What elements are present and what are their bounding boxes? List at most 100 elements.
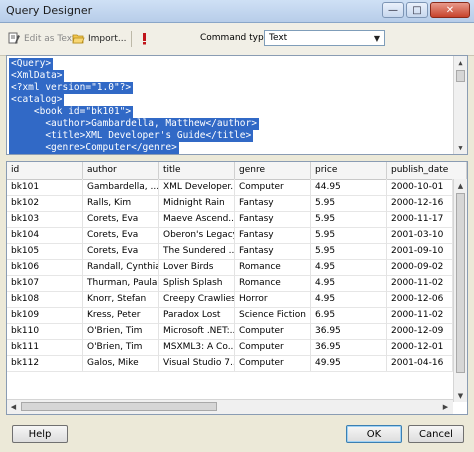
table-cell: 5.95 <box>311 243 387 259</box>
table-cell: Gambardella, ... <box>83 179 159 195</box>
query-text-editor[interactable]: <Query> <XmlData> <?xml version="1.0"?> … <box>6 55 468 155</box>
table-cell: 36.95 <box>311 339 387 355</box>
table-row[interactable]: bk106 Randall, Cynthia Lover Birds Roman… <box>7 259 453 276</box>
table-cell: bk108 <box>7 291 83 307</box>
ok-button[interactable]: OK <box>346 425 402 443</box>
edit-as-text-icon <box>8 32 20 44</box>
table-row[interactable]: bk104 Corets, Eva Oberon's Legacy Fantas… <box>7 227 453 244</box>
cancel-button[interactable]: Cancel <box>408 425 464 443</box>
ok-button-label: OK <box>366 428 382 440</box>
scroll-thumb[interactable] <box>456 70 465 82</box>
table-cell: Creepy Crawlies <box>159 291 235 307</box>
table-cell: bk109 <box>7 307 83 323</box>
close-button[interactable]: ✕ <box>430 2 470 18</box>
table-cell: 44.95 <box>311 179 387 195</box>
table-cell: 2000-12-09 <box>387 323 453 339</box>
help-button[interactable]: Help <box>12 425 68 443</box>
editor-line: <catalog> <box>9 94 65 106</box>
table-cell: bk103 <box>7 211 83 227</box>
table-cell: Horror <box>235 291 311 307</box>
import-label: Import... <box>88 33 127 44</box>
table-row[interactable]: bk102 Ralls, Kim Midnight Rain Fantasy 5… <box>7 195 453 212</box>
grid-horizontal-thumb[interactable] <box>21 402 217 411</box>
table-row[interactable]: bk110 O'Brien, Tim Microsoft .NET:... Co… <box>7 323 453 340</box>
table-cell: Corets, Eva <box>83 211 159 227</box>
table-cell: Science Fiction <box>235 307 311 323</box>
table-cell: Galos, Mike <box>83 355 159 371</box>
minimize-button[interactable]: — <box>382 2 404 18</box>
column-header[interactable]: author <box>83 162 159 179</box>
table-cell: bk106 <box>7 259 83 275</box>
scroll-up-icon[interactable]: ▲ <box>454 56 467 69</box>
table-cell: Kress, Peter <box>83 307 159 323</box>
table-cell: Paradox Lost <box>159 307 235 323</box>
import-button[interactable]: Import... <box>72 32 126 45</box>
table-cell: O'Brien, Tim <box>83 339 159 355</box>
table-cell: Romance <box>235 259 311 275</box>
run-query-button[interactable] <box>138 32 151 45</box>
table-row[interactable]: bk111 O'Brien, Tim MSXML3: A Co... Compu… <box>7 339 453 356</box>
title-bar[interactable]: Query Designer — □ ✕ <box>0 0 474 23</box>
table-cell: 2000-09-02 <box>387 259 453 275</box>
scroll-down-icon[interactable]: ▼ <box>454 389 467 402</box>
grid-horizontal-scrollbar[interactable]: ◀ ▶ <box>7 399 453 414</box>
table-cell: 2000-12-01 <box>387 339 453 355</box>
table-cell: Splish Splash <box>159 275 235 291</box>
table-row[interactable]: bk112 Galos, Mike Visual Studio 7... Com… <box>7 355 453 372</box>
help-button-label: Help <box>28 428 52 440</box>
scroll-left-icon[interactable]: ◀ <box>7 400 20 413</box>
scroll-down-icon[interactable]: ▼ <box>454 141 467 154</box>
table-row[interactable]: bk108 Knorr, Stefan Creepy Crawlies Horr… <box>7 291 453 308</box>
editor-line: <genre>Computer</genre> <box>9 142 179 154</box>
table-cell: 4.95 <box>311 291 387 307</box>
toolbar-separator <box>131 31 132 47</box>
window-title: Query Designer <box>6 4 93 17</box>
table-cell: Computer <box>235 323 311 339</box>
table-cell: Romance <box>235 275 311 291</box>
column-header[interactable]: publish_date <box>387 162 467 179</box>
edit-as-text-button[interactable]: Edit as Text <box>8 32 76 45</box>
minimize-icon: — <box>388 4 398 16</box>
table-cell: MSXML3: A Co... <box>159 339 235 355</box>
column-header[interactable]: id <box>7 162 83 179</box>
maximize-button[interactable]: □ <box>406 2 428 18</box>
column-header[interactable]: title <box>159 162 235 179</box>
table-row[interactable]: bk105 Corets, Eva The Sundered ... Fanta… <box>7 243 453 260</box>
table-cell: Maeve Ascend... <box>159 211 235 227</box>
table-cell: 49.95 <box>311 355 387 371</box>
table-cell: 2000-12-06 <box>387 291 453 307</box>
grid-vertical-scrollbar[interactable]: ▲ ▼ <box>453 179 467 402</box>
editor-vertical-scrollbar[interactable]: ▲ ▼ <box>453 56 467 154</box>
table-row[interactable]: bk101 Gambardella, ... XML Developer... … <box>7 179 453 196</box>
table-cell: Fantasy <box>235 243 311 259</box>
grid-scroll-thumb[interactable] <box>456 193 465 373</box>
results-grid: id author title genre price publish_date… <box>6 161 468 415</box>
open-folder-icon <box>72 34 85 44</box>
column-header[interactable]: price <box>311 162 387 179</box>
scroll-right-icon[interactable]: ▶ <box>439 400 452 413</box>
close-icon: ✕ <box>445 4 455 16</box>
table-cell: Corets, Eva <box>83 227 159 243</box>
command-type-value: Text <box>269 33 288 43</box>
table-cell: bk107 <box>7 275 83 291</box>
table-cell: Knorr, Stefan <box>83 291 159 307</box>
table-cell: Computer <box>235 355 311 371</box>
table-cell: Randall, Cynthia <box>83 259 159 275</box>
table-cell: The Sundered ... <box>159 243 235 259</box>
table-cell: Midnight Rain <box>159 195 235 211</box>
editor-line: <author>Gambardella, Matthew</author> <box>9 118 259 130</box>
table-cell: Ralls, Kim <box>83 195 159 211</box>
cancel-button-label: Cancel <box>419 428 453 440</box>
table-row[interactable]: bk109 Kress, Peter Paradox Lost Science … <box>7 307 453 324</box>
table-cell: 2001-09-10 <box>387 243 453 259</box>
table-cell: 2000-10-01 <box>387 179 453 195</box>
table-cell: 2000-12-16 <box>387 195 453 211</box>
table-cell: bk112 <box>7 355 83 371</box>
table-row[interactable]: bk103 Corets, Eva Maeve Ascend... Fantas… <box>7 211 453 228</box>
table-row[interactable]: bk107 Thurman, Paula Splish Splash Roman… <box>7 275 453 292</box>
command-type-select[interactable]: Text ▼ <box>264 30 385 46</box>
table-cell: 2001-04-16 <box>387 355 453 371</box>
column-header[interactable]: genre <box>235 162 311 179</box>
scroll-up-icon[interactable]: ▲ <box>454 179 467 192</box>
table-cell: bk105 <box>7 243 83 259</box>
